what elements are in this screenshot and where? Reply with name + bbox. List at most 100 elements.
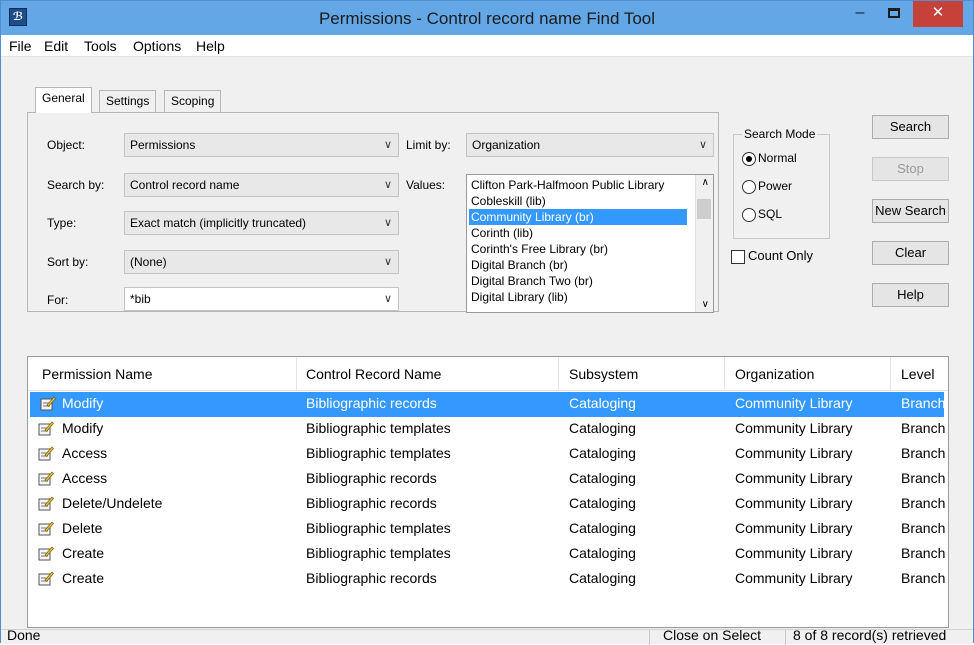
permission-icon: [38, 571, 54, 586]
cell-permission-name: Delete: [62, 520, 103, 536]
type-select[interactable]: Exact match (implicitly truncated) ∨: [124, 211, 399, 235]
title-bar[interactable]: ℬ Permissions - Control record name Find…: [1, 1, 973, 35]
sort-by-select-value: (None): [130, 255, 167, 269]
column-header-subsystem[interactable]: Subsystem: [569, 366, 638, 382]
cell-organization: Community Library: [735, 570, 853, 586]
radio-normal[interactable]: Normal: [742, 151, 797, 166]
new-search-button[interactable]: New Search: [872, 199, 949, 223]
cell-level: Branch: [901, 420, 946, 436]
cell-level: Branch: [901, 445, 946, 461]
values-scrollbar[interactable]: ∧ ∨: [695, 175, 713, 312]
cell-subsystem: Cataloging: [569, 445, 636, 461]
values-listbox[interactable]: Clifton Park-Halfmoon Public Library Cob…: [466, 174, 714, 313]
table-row[interactable]: Create Bibliographic records Cataloging Com…: [28, 567, 948, 592]
minimize-button[interactable]: –: [843, 1, 877, 27]
cell-level: Branch: [901, 470, 946, 486]
close-on-select-status[interactable]: Close on Select: [663, 627, 761, 643]
help-button[interactable]: Help: [872, 283, 949, 307]
for-input[interactable]: *bib ∨: [124, 287, 399, 311]
cell-control-record-name: Bibliographic records: [306, 470, 437, 486]
limit-by-label: Limit by:: [406, 138, 451, 152]
column-separator[interactable]: [558, 357, 559, 391]
menu-tools[interactable]: Tools: [84, 38, 117, 54]
scroll-thumb[interactable]: [697, 199, 711, 219]
column-header-permission-name[interactable]: Permission Name: [42, 366, 152, 382]
table-row[interactable]: Access Bibliographic records Cataloging Com…: [28, 467, 948, 492]
chevron-down-icon: ∨: [383, 256, 392, 268]
radio-selected-icon: [742, 151, 756, 166]
values-list-item[interactable]: Digital Branch (br): [471, 257, 689, 273]
count-only-label: Count Only: [748, 248, 814, 263]
checkbox-unchecked-icon: [731, 249, 745, 264]
cell-control-record-name: Bibliographic templates: [306, 520, 451, 536]
column-header-organization[interactable]: Organization: [735, 366, 814, 382]
scroll-down-icon[interactable]: ∨: [702, 299, 709, 310]
table-row[interactable]: Create Bibliographic templates Cataloging C…: [28, 542, 948, 567]
column-header-control-record-name[interactable]: Control Record Name: [306, 366, 441, 382]
menu-help[interactable]: Help: [196, 38, 225, 54]
values-list-item[interactable]: Clifton Park-Halfmoon Public Library: [471, 177, 689, 193]
cell-level: Branch: [901, 545, 946, 561]
values-list-item[interactable]: Digital Branch Two (br): [471, 273, 689, 289]
radio-power-label: Power: [758, 179, 793, 193]
cell-subsystem: Cataloging: [569, 470, 636, 486]
menu-bar: File Edit Tools Options Help: [1, 35, 973, 57]
count-only-checkbox[interactable]: Count Only: [731, 248, 813, 264]
type-select-value: Exact match (implicitly truncated): [130, 216, 307, 230]
column-separator[interactable]: [724, 357, 725, 391]
cell-subsystem: Cataloging: [569, 520, 636, 536]
for-input-value: *bib: [130, 292, 151, 306]
search-button[interactable]: Search: [872, 115, 949, 139]
object-label: Object:: [47, 138, 86, 152]
values-list-item-selected[interactable]: Community Library (br): [469, 209, 687, 225]
permission-icon: [38, 446, 54, 461]
object-select[interactable]: Permissions ∨: [124, 133, 399, 157]
search-by-select-value: Control record name: [130, 178, 240, 192]
values-list-item[interactable]: Corinth's Free Library (br): [471, 241, 689, 257]
table-row[interactable]: Modify Bibliographic templates Cataloging C…: [28, 417, 948, 442]
cell-organization: Community Library: [735, 470, 853, 486]
limit-by-select[interactable]: Organization ∨: [466, 133, 714, 157]
results-grid[interactable]: Permission Name Control Record Name Subs…: [27, 356, 949, 628]
results-header: Permission Name Control Record Name Subs…: [28, 357, 948, 391]
type-label: Type:: [47, 216, 77, 230]
column-separator[interactable]: [890, 357, 891, 391]
close-button[interactable]: ✕: [913, 1, 963, 27]
cell-subsystem: Cataloging: [569, 420, 636, 436]
values-list-item[interactable]: Digital Library (lib): [471, 289, 689, 305]
cell-permission-name: Access: [62, 470, 108, 486]
table-row[interactable]: Delete/Undelete Bibliographic records Cata…: [28, 492, 948, 517]
cell-organization: Community Library: [735, 395, 853, 411]
cell-subsystem: Cataloging: [569, 495, 636, 511]
chevron-down-icon: ∨: [383, 179, 392, 191]
tab-scoping[interactable]: Scoping: [164, 90, 222, 112]
radio-empty-icon: [742, 179, 756, 194]
clear-button[interactable]: Clear: [872, 241, 949, 265]
table-row[interactable]: Access Bibliographic templates Cataloging C…: [28, 442, 948, 467]
radio-sql[interactable]: SQL: [742, 207, 782, 222]
radio-power[interactable]: Power: [742, 179, 792, 194]
stop-button[interactable]: Stop: [872, 157, 949, 181]
permission-icon: [38, 421, 54, 436]
search-by-select[interactable]: Control record name ∨: [124, 173, 399, 197]
status-text: Done: [7, 627, 41, 643]
maximize-button[interactable]: [877, 1, 911, 27]
tab-settings[interactable]: Settings: [99, 90, 157, 112]
table-row[interactable]: Modify Bibliographic records Cataloging Com…: [30, 392, 945, 417]
values-list-item[interactable]: Corinth (lib): [471, 225, 689, 241]
table-row[interactable]: Delete Bibliographic templates Cataloging C…: [28, 517, 948, 542]
column-separator[interactable]: [296, 357, 297, 391]
menu-edit[interactable]: Edit: [44, 38, 68, 54]
sort-by-select[interactable]: (None) ∨: [124, 250, 399, 274]
menu-options[interactable]: Options: [133, 38, 181, 54]
tab-general[interactable]: General: [35, 87, 92, 113]
scroll-up-icon[interactable]: ∧: [702, 177, 709, 188]
cell-organization: Community Library: [735, 445, 853, 461]
cell-level: Branch: [901, 520, 946, 536]
column-header-level[interactable]: Level: [901, 366, 934, 382]
permission-icon: [40, 396, 56, 411]
values-label: Values:: [406, 178, 446, 192]
values-list-item[interactable]: Cobleskill (lib): [471, 193, 689, 209]
cell-control-record-name: Bibliographic templates: [306, 545, 451, 561]
menu-file[interactable]: File: [9, 38, 32, 54]
